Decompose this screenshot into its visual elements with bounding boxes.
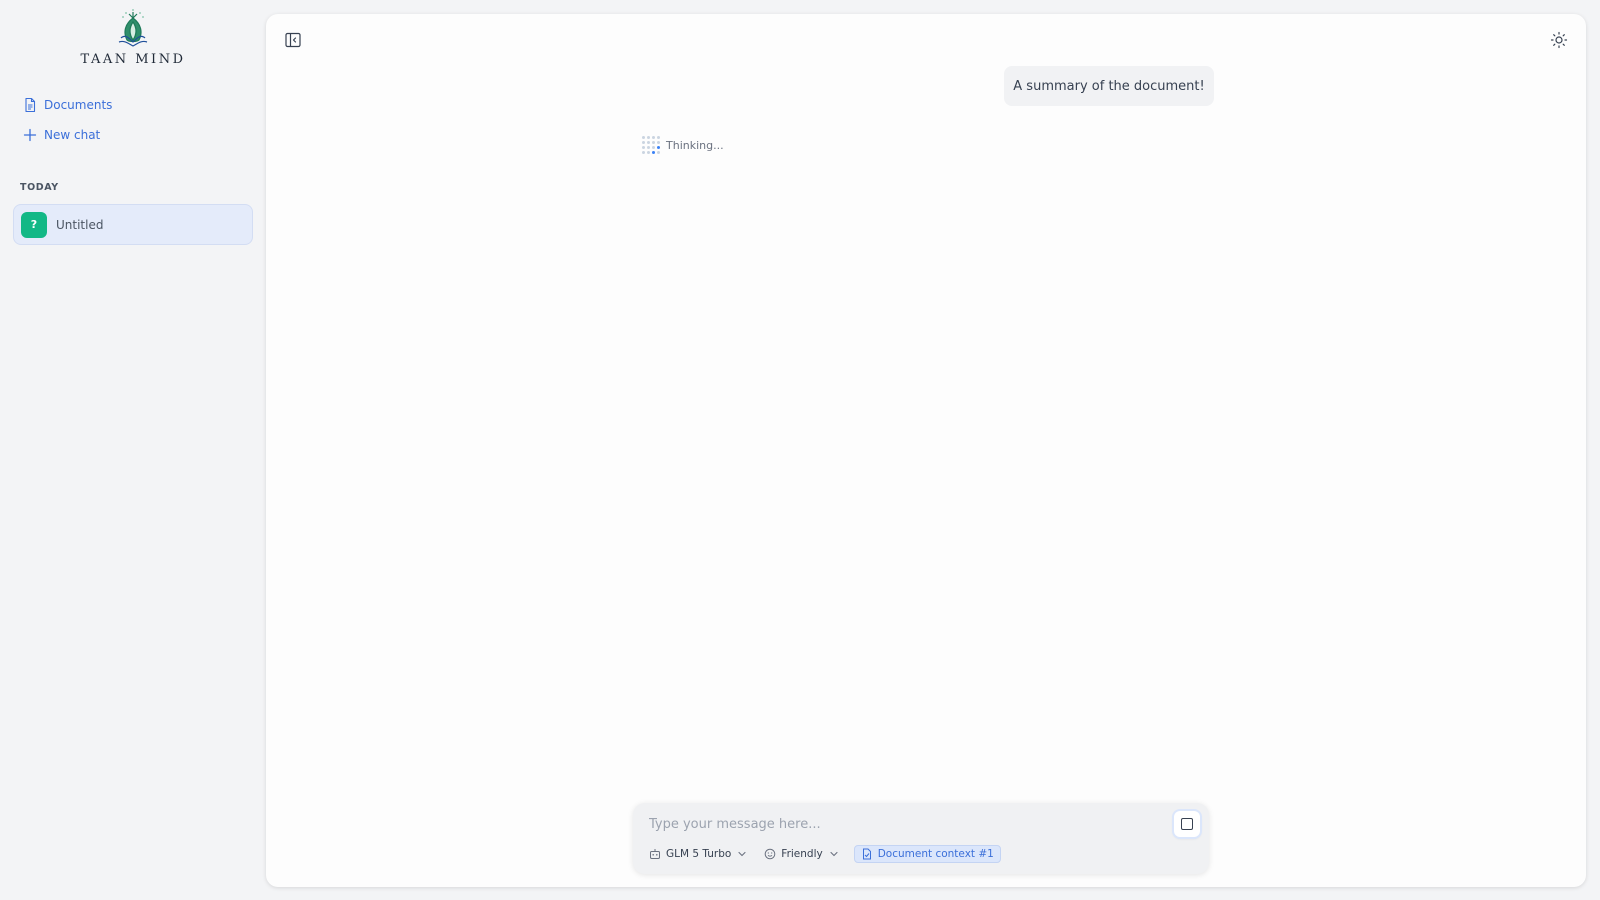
sidebar-toggle-icon bbox=[285, 32, 301, 48]
new-chat-button[interactable]: New chat bbox=[22, 127, 100, 143]
sidebar-toggle-button[interactable] bbox=[282, 29, 304, 51]
new-chat-label: New chat bbox=[44, 128, 101, 142]
smiley-icon bbox=[764, 848, 776, 860]
chat-list-item[interactable]: ? Untitled bbox=[13, 204, 253, 245]
document-context-chip[interactable]: Document context #1 bbox=[853, 845, 1001, 863]
chevron-down-icon bbox=[738, 851, 746, 857]
loading-dots-icon bbox=[642, 136, 660, 154]
model-selector[interactable]: GLM 5 Turbo bbox=[649, 848, 748, 860]
stop-button[interactable] bbox=[1174, 811, 1200, 837]
thinking-indicator: Thinking... bbox=[642, 136, 724, 154]
message-composer: GLM 5 Turbo Friendly bbox=[633, 803, 1209, 874]
document-check-icon bbox=[862, 848, 871, 860]
tone-selector[interactable]: Friendly bbox=[764, 848, 839, 860]
chat-avatar: ? bbox=[21, 211, 47, 238]
plus-icon bbox=[23, 128, 37, 142]
document-icon bbox=[25, 97, 36, 113]
robot-icon bbox=[650, 849, 660, 859]
stop-icon bbox=[1181, 818, 1193, 830]
composer-options: GLM 5 Turbo Friendly Document context #1 bbox=[649, 845, 1001, 863]
thinking-label: Thinking... bbox=[666, 138, 724, 152]
section-today-label: TODAY bbox=[20, 182, 59, 193]
chat-panel: A summary of the document! Thinking... G… bbox=[266, 14, 1586, 887]
nav-documents[interactable]: Documents bbox=[22, 97, 112, 113]
sun-icon bbox=[1550, 31, 1568, 49]
lotus-logo-icon bbox=[118, 9, 148, 47]
app-logo: TAAN MIND bbox=[80, 8, 186, 70]
logo-text: TAAN MIND bbox=[80, 52, 186, 67]
model-label: GLM 5 Turbo bbox=[666, 848, 732, 860]
chat-title: Untitled bbox=[56, 217, 104, 232]
message-input[interactable] bbox=[649, 813, 1159, 835]
user-message: A summary of the document! bbox=[1004, 66, 1214, 106]
document-context-label: Document context #1 bbox=[877, 848, 994, 860]
chevron-down-icon bbox=[830, 851, 838, 857]
tone-label: Friendly bbox=[781, 848, 823, 860]
theme-toggle-button[interactable] bbox=[1548, 29, 1570, 51]
sidebar: TAAN MIND Documents New chat TODAY ? Unt… bbox=[0, 0, 266, 900]
nav-documents-label: Documents bbox=[44, 98, 113, 112]
